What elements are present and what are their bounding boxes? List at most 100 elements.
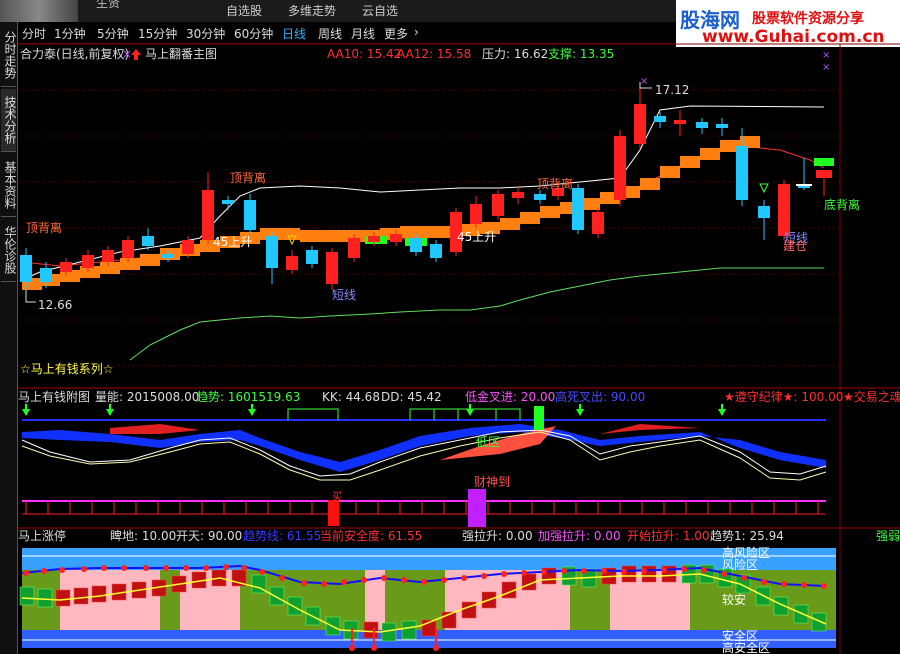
annotation-rise-2: 45上升 <box>457 230 496 244</box>
annotation-top-divergence-3: 顶背离 <box>537 176 573 191</box>
candle-body <box>592 212 604 234</box>
strong-pull-value: 强拉升: 0.00 <box>462 528 533 543</box>
candle-body <box>202 190 214 240</box>
trend-dot <box>701 567 707 573</box>
panel3-title: 马上涨停 <box>18 528 66 543</box>
wealth-signal-label: 财神到 <box>474 475 510 489</box>
panel2-green-arrows <box>22 404 726 416</box>
candle-body <box>244 200 256 230</box>
candle-body <box>634 104 646 144</box>
candle-body <box>736 146 748 200</box>
trend-dot <box>601 568 607 574</box>
candle-body <box>266 236 278 268</box>
zone-mid-label: 较安 <box>722 592 746 607</box>
indicator-name: 马上翻番主图 <box>145 47 217 61</box>
high-cross-value: 高死叉出: 90.00 <box>555 389 645 404</box>
candle-body <box>142 236 154 246</box>
band-segment <box>660 166 680 178</box>
panel2-red-fill <box>110 424 200 434</box>
band-segment <box>680 156 700 168</box>
accel-pull-value: 加强拉升: 0.00 <box>538 528 621 543</box>
volume-value: 量能: 2015008.00 <box>95 390 199 404</box>
band-segment <box>520 212 540 224</box>
safety-marker-dot <box>433 645 439 651</box>
strength-bar <box>55 589 71 607</box>
ma-line-red <box>21 145 825 267</box>
trend-dot <box>163 565 169 571</box>
trend-dot <box>41 568 47 574</box>
kk-value: KK: 44.68 <box>322 390 380 404</box>
annotation-top-divergence-2: 顶背离 <box>230 170 266 185</box>
band-segment <box>120 258 140 270</box>
trend-dot <box>301 580 307 586</box>
trend-dot <box>23 570 29 576</box>
strength-bar <box>37 588 53 608</box>
trend-band <box>22 136 760 290</box>
candle-body <box>696 122 708 128</box>
start-pull-value: 开始拉升: 1.00 <box>627 528 710 543</box>
trend-dot <box>821 583 827 589</box>
trend-dot <box>361 577 367 583</box>
trend-dot <box>81 566 87 572</box>
wealth-signal-bar <box>468 489 486 527</box>
close-marker-icon[interactable]: × <box>122 47 132 61</box>
candle-body <box>492 194 504 216</box>
annotation-top-divergence-1: 顶背离 <box>26 220 62 235</box>
annotation-short-1: 短线 <box>332 288 356 302</box>
aa12-value: AA12: 15.58 <box>397 47 471 61</box>
price-high-label: 17.12 <box>655 83 689 97</box>
trend-dot <box>521 570 527 576</box>
candle-body <box>286 256 298 270</box>
trend-dot <box>441 577 447 583</box>
trend-dot <box>761 579 767 585</box>
band-segment <box>540 206 560 218</box>
dd-value: DD: 45.42 <box>381 390 442 404</box>
trend-dot <box>341 579 347 585</box>
candle-body <box>20 255 32 282</box>
chart-area[interactable]: 合力泰(日线,前复权) × 马上翻番主图 AA10: 15.42 AA12: 1… <box>0 0 900 654</box>
main-title: 合力泰(日线,前复权) <box>20 46 129 61</box>
ma-line-white <box>21 105 825 281</box>
candle-body <box>122 240 134 258</box>
green-arrow-icon <box>718 409 726 416</box>
zone-risk: 风险区 <box>722 557 758 572</box>
trend-dot <box>183 565 189 571</box>
trend-value: 趋势: 1601519.63 <box>196 390 300 404</box>
trend-dot <box>561 568 567 574</box>
band-segment <box>640 178 660 190</box>
trend-dot <box>203 565 209 571</box>
panel2-ticks <box>22 501 826 515</box>
candle-doji <box>796 184 812 186</box>
strength-bar <box>19 586 35 606</box>
green-arrow-icon <box>576 409 584 416</box>
safety-value: 当前安全度: 61.55 <box>320 528 422 543</box>
candle-body <box>410 238 422 252</box>
candle-body <box>306 250 318 264</box>
trend-dot <box>401 577 407 583</box>
trend-dot <box>143 565 149 571</box>
strength-bar <box>287 596 303 616</box>
down-arrow-marker-icon <box>759 183 769 194</box>
trend-dot <box>741 575 747 581</box>
signal-dot <box>473 217 479 223</box>
green-arrow-icon <box>466 409 474 416</box>
safety-marker-dot <box>371 645 377 651</box>
candle-body <box>182 240 194 254</box>
aa10-value: AA10: 15.42 <box>327 47 401 61</box>
panel2-steps <box>287 408 521 420</box>
annotation-build-position: 建仓 <box>783 239 807 253</box>
price-low-label: 12.66 <box>38 298 72 312</box>
candle-body <box>222 200 234 204</box>
candle-body <box>614 136 626 200</box>
trend-dot <box>101 565 107 571</box>
candle-body <box>40 268 52 282</box>
trend-dot <box>59 567 65 573</box>
marker-x-1: × <box>822 50 830 61</box>
pressure-value: 压力: 16.62 <box>482 47 548 61</box>
strength-bar <box>811 612 827 632</box>
trend-dot <box>641 568 647 574</box>
band-segment <box>320 230 340 242</box>
trend-dot <box>381 575 387 581</box>
safety-marker-dot <box>349 645 355 651</box>
band-segment <box>300 230 320 242</box>
